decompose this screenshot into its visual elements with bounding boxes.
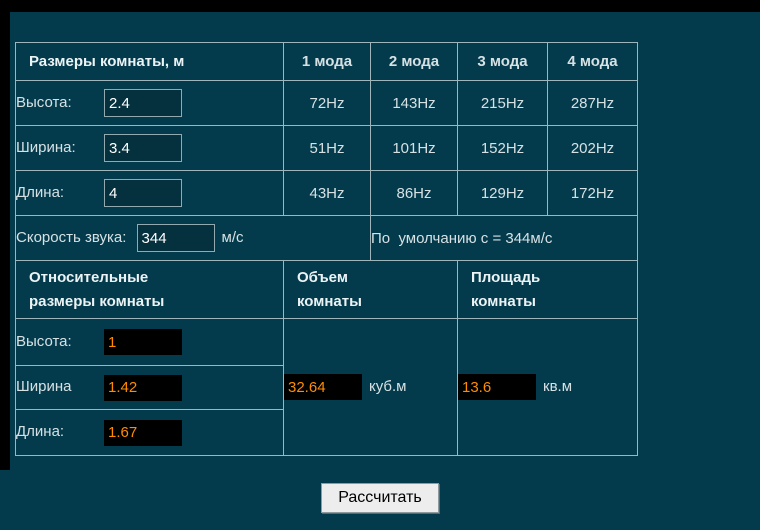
mode-2-header: 2 мода (371, 43, 458, 81)
relative-dimensions-header: Относительные размеры комнаты (29, 266, 204, 313)
relative-width-output[interactable] (104, 375, 182, 401)
relative-height-output[interactable] (104, 329, 182, 355)
speed-unit: м/с (222, 229, 244, 246)
volume-unit: куб.м (369, 378, 406, 395)
length-mode2-freq: 86Hz (371, 171, 458, 216)
button-row: Рассчитать (0, 483, 760, 513)
room-area-header: Площадь комнаты (471, 266, 576, 313)
mode-3-header: 3 мода (458, 43, 548, 81)
room-volume-header: Объем комнаты (297, 266, 392, 313)
speed-row: Скорость звука: м/с По умолчанию с = 344… (16, 216, 638, 261)
length-label: Длина: (16, 184, 104, 201)
height-mode2-freq: 143Hz (371, 81, 458, 126)
width-mode3-freq: 152Hz (458, 126, 548, 171)
area-unit: кв.м (543, 378, 572, 395)
width-mode1-freq: 51Hz (284, 126, 371, 171)
relative-width-label: Ширина (16, 378, 104, 395)
speed-label: Скорость звука: (16, 229, 126, 246)
relative-length-output[interactable] (104, 420, 182, 446)
speed-default-note: По умолчанию с = 344м/с (371, 230, 552, 247)
length-mode1-freq: 43Hz (284, 171, 371, 216)
height-mode4-freq: 287Hz (548, 81, 638, 126)
table-header-row: Размеры комнаты, м 1 мода 2 мода 3 мода … (16, 43, 638, 81)
width-input[interactable] (104, 134, 182, 162)
length-row: Длина: 43Hz 86Hz 129Hz 172Hz (16, 171, 638, 216)
height-row: Высота: 72Hz 143Hz 215Hz 287Hz (16, 81, 638, 126)
relative-height-row: Высота: куб.м кв.м (16, 319, 638, 366)
speed-input[interactable] (137, 224, 215, 252)
top-black-bar (0, 0, 760, 12)
relative-length-label: Длина: (16, 423, 104, 440)
length-mode3-freq: 129Hz (458, 171, 548, 216)
calculate-button[interactable]: Рассчитать (321, 483, 439, 513)
area-output[interactable] (458, 374, 536, 400)
mode-1-header: 1 мода (284, 43, 371, 81)
width-mode4-freq: 202Hz (548, 126, 638, 171)
room-dimensions-title: Размеры комнаты, м (16, 43, 284, 81)
room-modes-table: Размеры комнаты, м 1 мода 2 мода 3 мода … (15, 42, 638, 456)
length-mode4-freq: 172Hz (548, 171, 638, 216)
mode-4-header: 4 мода (548, 43, 638, 81)
width-row: Ширина: 51Hz 101Hz 152Hz 202Hz (16, 126, 638, 171)
relative-height-label: Высота: (16, 333, 104, 350)
section2-header-row: Относительные размеры комнаты Объем комн… (16, 261, 638, 319)
height-label: Высота: (16, 94, 104, 111)
height-mode3-freq: 215Hz (458, 81, 548, 126)
volume-output[interactable] (284, 374, 362, 400)
height-input[interactable] (104, 89, 182, 117)
width-label: Ширина: (16, 139, 104, 156)
left-black-bar (0, 12, 10, 470)
height-mode1-freq: 72Hz (284, 81, 371, 126)
width-mode2-freq: 101Hz (371, 126, 458, 171)
length-input[interactable] (104, 179, 182, 207)
